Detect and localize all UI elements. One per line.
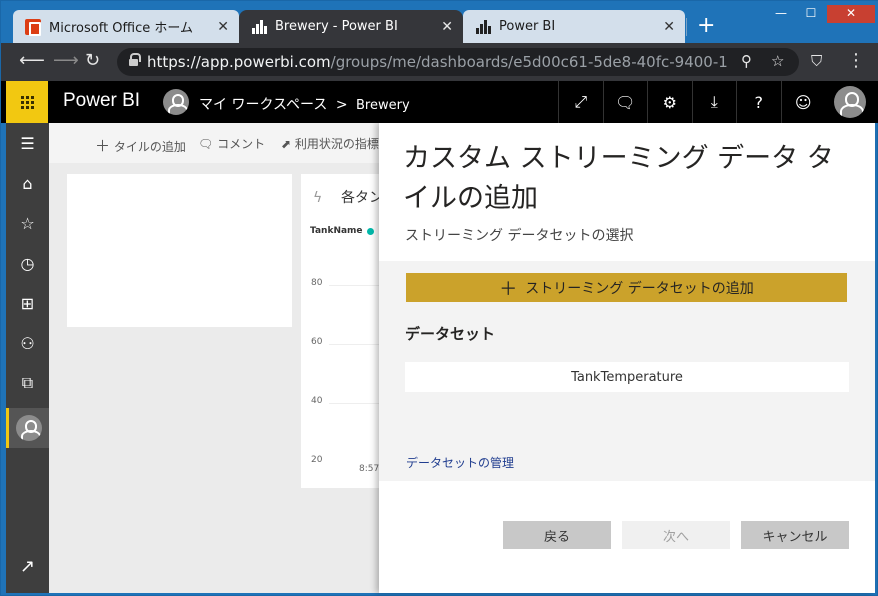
dataset-item-tanktemperature[interactable]: TankTemperature bbox=[405, 362, 849, 392]
tile-title: 各タン bbox=[341, 190, 381, 206]
download-icon[interactable]: ⤓ bbox=[691, 81, 737, 123]
cancel-button[interactable]: キャンセル bbox=[741, 521, 849, 549]
add-tile-button[interactable]: ＋ タイルの追加 bbox=[95, 135, 186, 156]
recent-clock-icon[interactable]: ◷ bbox=[6, 243, 49, 283]
dashboard-canvas: ＋ タイルの追加 🗨 コメント ⬈ 利用状況の指標 ϟ 各タン TankName… bbox=[49, 123, 381, 593]
maximize-icon[interactable]: ☐ bbox=[797, 5, 825, 23]
tab-title: Microsoft Office ホーム bbox=[49, 21, 193, 36]
legend-dot bbox=[367, 228, 374, 235]
browser-toolbar: ⟵ ⟶ ↻ https://app.powerbi.com/groups/me/… bbox=[1, 43, 878, 81]
close-tab-icon[interactable]: ✕ bbox=[217, 19, 229, 35]
comment-icon: 🗨 bbox=[198, 137, 214, 151]
gridline bbox=[329, 403, 381, 404]
app-launcher-icon[interactable] bbox=[6, 81, 48, 123]
tab-brewery-powerbi[interactable]: Brewery - Power BI ✕ bbox=[239, 10, 463, 43]
close-tab-icon[interactable]: ✕ bbox=[441, 19, 453, 35]
settings-gear-icon[interactable]: ⚙ bbox=[647, 81, 692, 123]
incognito-icon[interactable]: ⛉ bbox=[811, 51, 822, 71]
dataset-section: ＋ ストリーミング データセットの追加 データセット TankTemperatu… bbox=[379, 261, 875, 481]
window-close-icon[interactable]: ✕ bbox=[827, 5, 875, 23]
add-streaming-dataset-button[interactable]: ＋ ストリーミング データセットの追加 bbox=[406, 273, 847, 302]
y-tick: 40 bbox=[311, 396, 323, 406]
zoom-icon[interactable]: ⚲ bbox=[741, 52, 752, 70]
new-tab-icon[interactable]: + bbox=[697, 13, 715, 39]
office-icon bbox=[25, 18, 41, 36]
tab-office-home[interactable]: Microsoft Office ホーム ✕ bbox=[13, 10, 239, 43]
my-workspace-nav[interactable] bbox=[6, 408, 49, 448]
tab-separator bbox=[686, 18, 687, 36]
tab-title: Power BI bbox=[499, 19, 556, 34]
y-tick: 80 bbox=[311, 278, 323, 288]
apps-icon[interactable]: ⊞ bbox=[6, 283, 49, 323]
close-tab-icon[interactable]: ✕ bbox=[663, 19, 675, 35]
feedback-smiley-icon[interactable]: ☺ bbox=[780, 81, 826, 123]
next-button[interactable]: 次へ bbox=[622, 521, 730, 549]
panel-title: カスタム ストリーミング データ タイルの追加 bbox=[403, 143, 834, 214]
back-button[interactable]: 戻る bbox=[503, 521, 611, 549]
left-nav: ☰ ⌂ ☆ ◷ ⊞ ⚇ ⧉ bbox=[6, 123, 49, 593]
workspace-avatar bbox=[163, 89, 189, 115]
x-tick: 8:57: bbox=[359, 464, 381, 474]
dashboard-tile[interactable] bbox=[67, 174, 292, 327]
y-tick: 60 bbox=[311, 337, 323, 347]
tab-powerbi[interactable]: Power BI ✕ bbox=[463, 10, 685, 43]
powerbi-icon bbox=[251, 19, 267, 35]
back-arrow-icon[interactable]: ⟵ bbox=[19, 51, 45, 71]
comment-button[interactable]: 🗨 コメント bbox=[198, 135, 265, 152]
y-tick: 20 bbox=[311, 455, 323, 465]
legend-label: TankName bbox=[310, 226, 363, 236]
powerbi-icon bbox=[475, 19, 491, 35]
reload-icon[interactable]: ↻ bbox=[85, 51, 100, 71]
add-streaming-dataset-label: ストリーミング データセットの追加 bbox=[525, 280, 754, 297]
plus-icon: ＋ bbox=[95, 137, 111, 155]
dashboard-command-bar: ＋ タイルの追加 🗨 コメント ⬈ 利用状況の指標 bbox=[49, 123, 379, 163]
gridline bbox=[329, 344, 381, 345]
fullscreen-icon[interactable]: ⤢ bbox=[558, 81, 603, 123]
my-workspace-avatar bbox=[16, 415, 42, 441]
breadcrumb-separator: > bbox=[335, 97, 348, 113]
lightning-icon: ϟ bbox=[313, 190, 323, 206]
plus-icon: ＋ bbox=[499, 278, 518, 300]
menu-kebab-icon[interactable]: ⋮ bbox=[847, 51, 865, 71]
panel-subtitle: ストリーミング データセットの選択 bbox=[405, 228, 634, 244]
notifications-icon[interactable]: 🗨 bbox=[602, 81, 648, 123]
hamburger-menu-icon[interactable]: ☰ bbox=[6, 123, 49, 163]
tab-title: Brewery - Power BI bbox=[275, 19, 398, 34]
manage-datasets-link[interactable]: データセットの管理 bbox=[406, 454, 514, 471]
add-streaming-tile-panel: カスタム ストリーミング データ タイルの追加 ストリーミング データセットの選… bbox=[379, 123, 875, 593]
bookmark-star-icon[interactable]: ☆ bbox=[771, 52, 784, 70]
expand-arrow-icon[interactable]: ↗ bbox=[6, 556, 49, 586]
workspaces-icon[interactable]: ⧉ bbox=[6, 363, 49, 403]
tab-strip: Microsoft Office ホーム ✕ Brewery - Power B… bbox=[1, 1, 878, 43]
breadcrumb-workspace[interactable]: マイ ワークスペース bbox=[199, 97, 327, 113]
breadcrumb-dashboard[interactable]: Brewery bbox=[356, 98, 410, 113]
lock-icon[interactable] bbox=[129, 53, 141, 67]
favorites-star-icon[interactable]: ☆ bbox=[6, 203, 49, 243]
minimize-icon[interactable]: — bbox=[767, 5, 795, 23]
header-icons: ⤢ 🗨 ⚙ ⤓ ? ☺ bbox=[558, 81, 825, 123]
browser-window: Microsoft Office ホーム ✕ Brewery - Power B… bbox=[0, 0, 878, 596]
address-bar[interactable]: https://app.powerbi.com/groups/me/dashbo… bbox=[117, 48, 799, 76]
chart-icon: ⬈ bbox=[281, 137, 292, 151]
shared-with-me-icon[interactable]: ⚇ bbox=[6, 323, 49, 363]
powerbi-header: Power BI マイ ワークスペース > Brewery ⤢ 🗨 ⚙ ⤓ ? … bbox=[1, 81, 878, 123]
forward-arrow-icon[interactable]: ⟶ bbox=[53, 51, 79, 71]
datasets-heading: データセット bbox=[405, 325, 496, 343]
streaming-tile[interactable]: ϟ 各タン TankName 80 60 40 20 8:57: bbox=[301, 174, 381, 488]
help-icon[interactable]: ? bbox=[736, 81, 781, 123]
url-text[interactable]: https://app.powerbi.com/groups/me/dashbo… bbox=[147, 53, 727, 71]
home-icon[interactable]: ⌂ bbox=[6, 163, 49, 203]
breadcrumb: マイ ワークスペース > Brewery bbox=[199, 94, 410, 114]
gridline bbox=[329, 285, 381, 286]
usage-metrics-button[interactable]: ⬈ 利用状況の指標 bbox=[281, 135, 379, 152]
brand-name[interactable]: Power BI bbox=[63, 90, 140, 112]
user-avatar[interactable] bbox=[834, 86, 866, 118]
